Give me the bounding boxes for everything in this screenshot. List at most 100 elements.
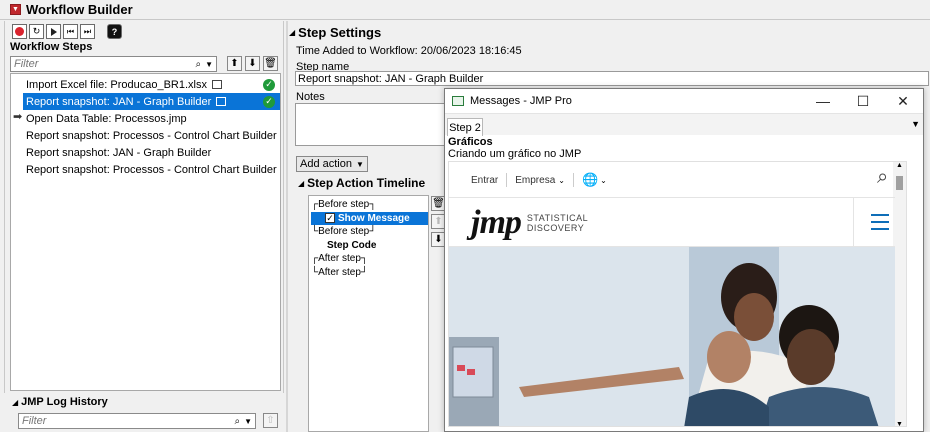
chevron-down-icon: ⌄ — [558, 175, 565, 185]
window-title-bar: ▼ Workflow Builder — [0, 0, 930, 20]
reset-button[interactable]: ↻ — [29, 24, 44, 39]
timeline-list: ┌ Before step ┐ ✓ Show Message └ Before … — [308, 195, 429, 432]
minimize-icon[interactable]: — — [803, 93, 843, 109]
move-down-button[interactable]: ⬇ — [245, 56, 260, 71]
step-settings-header: ◢ Step Settings — [289, 25, 381, 40]
step-label: Open Data Table: Processos.jmp — [26, 112, 187, 125]
skip-back-icon: ⏮ — [66, 26, 75, 36]
step-forward-button[interactable]: ⏭ — [80, 24, 95, 39]
globe-icon[interactable]: 🌐 — [582, 172, 598, 188]
nav-entrar-link[interactable]: Entrar — [471, 175, 498, 186]
scroll-down-icon[interactable]: ▼ — [896, 421, 903, 426]
collapse-icon[interactable]: ◢ — [12, 398, 18, 407]
web-nav: Entrar Empresa ⌄ 🌐 ⌄ — [471, 172, 607, 188]
chevron-down-icon: ▼ — [355, 159, 364, 169]
collapse-icon[interactable]: ◢ — [298, 179, 304, 188]
checkbox-icon[interactable]: ✓ — [325, 213, 335, 224]
pane-divider[interactable] — [286, 21, 288, 432]
arrow-down-icon: ⬇ — [248, 58, 257, 69]
trash-icon: 🗑 — [264, 58, 277, 69]
record-button[interactable] — [12, 24, 27, 39]
checkmark-icon: ✓ — [263, 95, 275, 108]
log-history-label: JMP Log History — [21, 396, 108, 408]
timeline-header: ◢ Step Action Timeline — [298, 176, 425, 190]
step-label: Report snapshot: JAN - Graph Builder — [26, 146, 212, 159]
list-item[interactable]: Open Data Table: Processos.jmp — [23, 110, 280, 127]
timeline-item[interactable]: ┌ After step ┐ — [311, 252, 428, 266]
logo-wordmark: jmp — [471, 204, 522, 241]
timeline-item[interactable]: ┌ Before step ┐ — [311, 198, 428, 212]
list-item[interactable]: Report snapshot: Processos - Control Cha… — [23, 161, 280, 178]
log-history-panel: ◢ JMP Log History Filter ⌕ ▼ ⇧ — [0, 394, 284, 432]
move-up-button[interactable]: ⬆ — [227, 56, 242, 71]
chevron-down-icon: ⌄ — [600, 175, 607, 185]
tab-menu-icon[interactable]: ▼ — [911, 119, 920, 129]
chevron-down-icon[interactable]: ▼ — [205, 60, 213, 69]
message-heading: Gráficos — [448, 136, 493, 148]
play-icon — [50, 27, 57, 36]
current-step-arrow-icon: ➡ — [13, 111, 23, 123]
search-icon: ⌕ — [195, 58, 202, 70]
tab-step-2[interactable]: Step 2 — [447, 118, 483, 136]
collapse-icon[interactable]: ◢ — [289, 28, 295, 37]
filter-placeholder: Filter — [14, 58, 39, 70]
arrow-up-icon: ⇧ — [266, 415, 275, 426]
timeline-item[interactable]: └ After step ┘ — [311, 266, 428, 280]
time-added: Time Added to Workflow: 20/06/2023 18:16… — [296, 45, 522, 57]
list-item[interactable]: Report snapshot: Processos - Control Cha… — [23, 127, 280, 144]
hero-illustration — [449, 247, 895, 426]
messages-dialog: Messages - JMP Pro — ☐ ✕ Step 2 ▼ Gráfic… — [444, 88, 924, 432]
help-icon: ? — [111, 26, 118, 37]
maximize-icon[interactable]: ☐ — [843, 93, 883, 110]
jmp-logo[interactable]: jmp STATISTICAL DISCOVERY — [471, 204, 588, 242]
help-button[interactable]: ? — [107, 24, 122, 39]
list-item[interactable]: Import Excel file: Producao_BR1.xlsx ✓ — [23, 76, 280, 93]
hero-image — [449, 247, 895, 426]
step-label: Report snapshot: JAN - Graph Builder — [26, 95, 212, 108]
search-icon[interactable]: ⌕ — [877, 166, 888, 189]
filter-placeholder: Filter — [22, 415, 47, 427]
hamburger-menu-icon[interactable] — [871, 214, 889, 230]
record-icon — [15, 27, 24, 36]
close-icon[interactable]: ✕ — [883, 93, 923, 110]
timeline-item[interactable]: └ Before step ┘ — [311, 225, 428, 239]
red-triangle-menu-icon[interactable]: ▼ — [10, 4, 21, 15]
scroll-up-icon[interactable]: ▲ — [896, 162, 903, 169]
window-title: Workflow Builder — [26, 2, 133, 17]
snapshot-image-icon — [211, 80, 222, 89]
dialog-title: Messages - JMP Pro — [470, 95, 572, 107]
step-label: Report snapshot: Processos - Control Cha… — [26, 129, 277, 142]
notes-textarea[interactable] — [295, 103, 447, 146]
snapshot-image-icon — [216, 97, 227, 106]
timeline-item-show-message[interactable]: ✓ Show Message — [311, 211, 428, 225]
timeline-item-step-code[interactable]: Step Code — [311, 239, 428, 253]
trash-icon: 🗑 — [432, 198, 445, 209]
refresh-icon: ↻ — [32, 26, 41, 36]
list-item[interactable]: Report snapshot: JAN - Graph Builder ✓ — [23, 93, 280, 110]
nav-empresa-link[interactable]: Empresa — [515, 175, 555, 186]
delete-step-button[interactable]: 🗑 — [263, 56, 278, 71]
notes-label: Notes — [296, 91, 325, 103]
search-icon: ⌕ — [234, 415, 241, 427]
workflow-steps-label: Workflow Steps — [10, 41, 93, 53]
chevron-down-icon[interactable]: ▼ — [244, 417, 252, 426]
play-button[interactable] — [46, 24, 61, 39]
steps-filter-input[interactable]: Filter ⌕ ▼ — [10, 56, 217, 72]
timeline-title: Step Action Timeline — [307, 176, 426, 190]
step-label: Import Excel file: Producao_BR1.xlsx — [26, 78, 207, 91]
message-subheading: Criando um gráfico no JMP — [448, 148, 582, 160]
workflow-toolbar: ↻ ⏮ ⏭ ? — [12, 24, 122, 39]
scroll-thumb[interactable] — [896, 176, 903, 190]
log-up-button[interactable]: ⇧ — [263, 413, 278, 428]
step-name-input[interactable]: Report snapshot: JAN - Graph Builder — [295, 71, 929, 86]
list-item[interactable]: Report snapshot: JAN - Graph Builder — [23, 144, 280, 161]
step-name-value: Report snapshot: JAN - Graph Builder — [298, 72, 484, 85]
arrow-up-icon: ⬆ — [434, 216, 443, 227]
arrow-down-icon: ⬇ — [434, 234, 443, 245]
log-filter-input[interactable]: Filter ⌕ ▼ — [18, 413, 256, 429]
step-settings-title: Step Settings — [298, 25, 382, 40]
workflow-steps-list: Import Excel file: Producao_BR1.xlsx ✓ R… — [10, 73, 281, 391]
arrow-up-icon: ⬆ — [230, 58, 239, 69]
step-back-button[interactable]: ⏮ — [63, 24, 78, 39]
add-action-dropdown[interactable]: Add action ▼ — [296, 156, 368, 172]
